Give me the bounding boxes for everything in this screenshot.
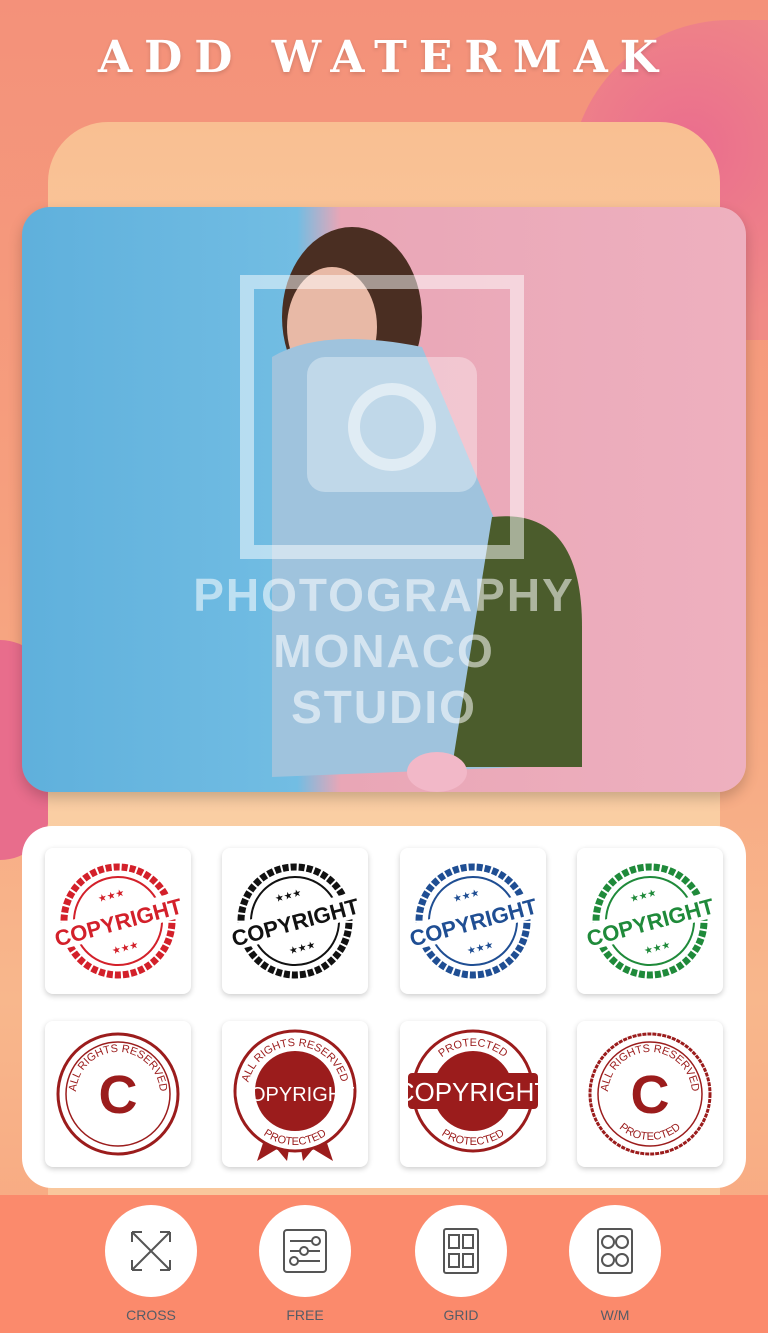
svg-text:★★★: ★★★ xyxy=(97,888,126,906)
svg-text:★★★: ★★★ xyxy=(452,888,481,906)
stamp-image: ALL RIGHTS RESERVED C xyxy=(56,1032,180,1156)
free-label: FREE xyxy=(286,1307,324,1323)
stamp-image: COPYRIGHT ★★★★★★ xyxy=(407,863,540,979)
stamp-tile[interactable]: COPYRIGHT ★★★ ★★★ xyxy=(45,848,191,994)
stamp-tile[interactable]: PROTECTED PROTECTED COPYRIGHT xyxy=(400,1021,546,1167)
svg-text:C: C xyxy=(99,1065,138,1125)
stamp-image: COPYRIGHT ★★★★★★ xyxy=(229,863,362,979)
stamp-tile[interactable]: COPYRIGHT ★★★ ★★★ xyxy=(400,848,546,994)
cross-button[interactable]: CROSS xyxy=(96,1205,206,1323)
photo-preview[interactable]: PHOTOGRAPHY MONACO STUDIO xyxy=(22,207,746,792)
watermark-line: MONACO xyxy=(273,625,495,677)
svg-text:★★★: ★★★ xyxy=(274,888,303,906)
stamp-tile[interactable]: ALL RIGHTS RESERVED PROTECTED C xyxy=(577,1021,723,1167)
stamp-image: COPYRIGHT ★★★★★★ xyxy=(584,863,717,979)
cross-label: CROSS xyxy=(126,1307,176,1323)
svg-text:★★★: ★★★ xyxy=(466,940,495,958)
svg-text:★★★: ★★★ xyxy=(288,940,317,958)
watermark-text: PHOTOGRAPHY MONACO STUDIO xyxy=(22,567,746,735)
stamp-tile[interactable]: ALL RIGHTS RESERVED C xyxy=(45,1021,191,1167)
stamp-image: ALL RIGHTS RESERVED PROTECTED COPYRIGHT xyxy=(233,1029,357,1161)
free-button[interactable]: FREE xyxy=(250,1205,360,1323)
wm-label: W/M xyxy=(600,1307,630,1323)
grid-icon xyxy=(443,1228,479,1274)
sliders-icon xyxy=(283,1229,327,1273)
stamp-text: COPYRIGHT xyxy=(236,1084,355,1106)
stamp-tile[interactable]: COPYRIGHT ★★★ ★★★ xyxy=(577,848,723,994)
cross-arrows-icon xyxy=(131,1231,171,1271)
circles-grid-icon xyxy=(597,1228,633,1274)
svg-text:C: C xyxy=(631,1065,670,1125)
svg-text:★★★: ★★★ xyxy=(629,888,658,906)
stamp-tile[interactable]: COPYRIGHT ★★★ ★★★ xyxy=(222,848,368,994)
stamp-image: PROTECTED PROTECTED COPYRIGHT xyxy=(400,1029,546,1153)
bottom-toolbar: CROSS FREE GRID W/M xyxy=(0,1195,768,1333)
stamp-image: COPYRIGHT ★★★★★★ xyxy=(52,863,185,979)
stamp-panel: COPYRIGHT ★★★ ★★★ COPYRIGHT ★★★ ★★★ COPYRI… xyxy=(22,826,746,1188)
stamp-tile[interactable]: ALL RIGHTS RESERVED PROTECTED COPYRIGHT xyxy=(222,1021,368,1167)
watermark-line: PHOTOGRAPHY xyxy=(193,569,575,621)
grid-button[interactable]: GRID xyxy=(406,1205,516,1323)
stamp-image: ALL RIGHTS RESERVED PROTECTED C xyxy=(588,1032,712,1156)
svg-text:★★★: ★★★ xyxy=(643,940,672,958)
stamp-text: COPYRIGHT xyxy=(400,1077,546,1107)
grid-label: GRID xyxy=(443,1307,479,1323)
wm-button[interactable]: W/M xyxy=(560,1205,670,1323)
watermark-line: STUDIO xyxy=(291,681,477,733)
svg-text:★★★: ★★★ xyxy=(111,940,140,958)
page-title: ADD WATERMAK xyxy=(97,32,671,83)
